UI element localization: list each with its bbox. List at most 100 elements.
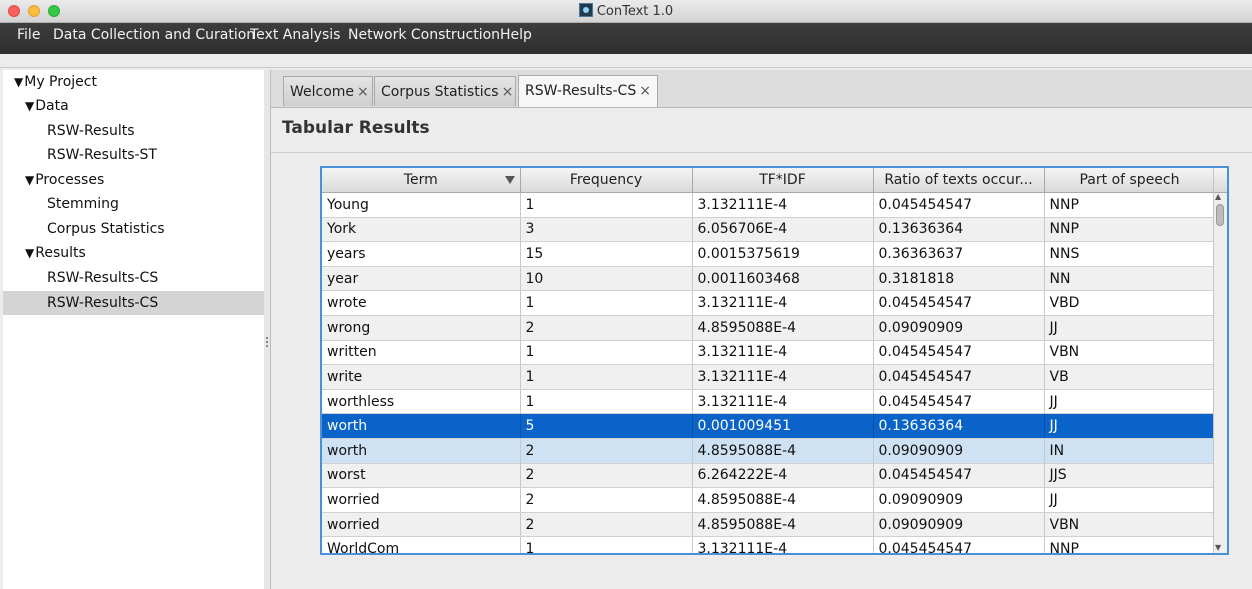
cell-tfidf[interactable]: 6.264222E-4: [692, 463, 874, 489]
menu-text-analysis[interactable]: Text Analysis: [250, 27, 340, 43]
cell-frequency[interactable]: 2: [520, 463, 693, 489]
expanded-arrow-icon[interactable]: ▼: [25, 241, 34, 265]
cell-pos[interactable]: IN: [1044, 438, 1216, 464]
cell-frequency[interactable]: 1: [520, 364, 693, 390]
sort-descending-icon[interactable]: [504, 176, 515, 184]
close-tab-icon[interactable]: ×: [357, 84, 369, 100]
tree-node-results[interactable]: ▼Results: [3, 241, 286, 265]
cell-pos[interactable]: NN: [1044, 266, 1216, 292]
cell-term[interactable]: worth: [322, 413, 521, 439]
cell-tfidf[interactable]: 3.132111E-4: [692, 536, 874, 553]
table-row[interactable]: worst 2 6.264222E-4 0.045454547 JJS: [322, 463, 1216, 489]
cell-frequency[interactable]: 10: [520, 266, 693, 292]
table-row[interactable]: worried 2 4.8595088E-4 0.09090909 JJ: [322, 487, 1216, 513]
cell-term[interactable]: worthless: [322, 389, 521, 415]
table-row[interactable]: wrote 1 3.132111E-4 0.045454547 VBD: [322, 290, 1216, 316]
expanded-arrow-icon[interactable]: ▼: [25, 94, 34, 118]
table-row-selected[interactable]: worth 5 0.001009451 0.13636364 JJ: [322, 413, 1216, 439]
cell-tfidf[interactable]: 3.132111E-4: [692, 389, 874, 415]
table-row[interactable]: worried 2 4.8595088E-4 0.09090909 VBN: [322, 512, 1216, 538]
cell-pos[interactable]: NNP: [1044, 217, 1216, 243]
tree-node-rsw-results-cs[interactable]: RSW-Results-CS: [3, 266, 308, 290]
cell-ratio[interactable]: 0.36363637: [873, 241, 1045, 267]
cell-ratio[interactable]: 0.09090909: [873, 487, 1045, 513]
cell-ratio[interactable]: 0.045454547: [873, 364, 1045, 390]
table-row[interactable]: York 3 6.056706E-4 0.13636364 NNP: [322, 217, 1216, 243]
cell-pos[interactable]: JJ: [1044, 487, 1216, 513]
tree-node-my-project[interactable]: ▼My Project: [3, 70, 275, 94]
cell-ratio[interactable]: 0.045454547: [873, 536, 1045, 553]
scrollbar-thumb[interactable]: [1216, 204, 1224, 226]
cell-term[interactable]: written: [322, 340, 521, 366]
cell-tfidf[interactable]: 0.0015375619: [692, 241, 874, 267]
table-row[interactable]: year 10 0.0011603468 0.3181818 NN: [322, 266, 1216, 292]
cell-frequency[interactable]: 2: [520, 315, 693, 341]
table-row[interactable]: write 1 3.132111E-4 0.045454547 VB: [322, 364, 1216, 390]
cell-ratio[interactable]: 0.09090909: [873, 315, 1045, 341]
cell-frequency[interactable]: 5: [520, 413, 693, 439]
cell-tfidf[interactable]: 6.056706E-4: [692, 217, 874, 243]
cell-ratio[interactable]: 0.045454547: [873, 389, 1045, 415]
menu-help[interactable]: Help: [500, 27, 532, 43]
cell-pos[interactable]: NNP: [1044, 192, 1216, 218]
cell-ratio[interactable]: 0.045454547: [873, 290, 1045, 316]
tree-node-rsw-results-st[interactable]: RSW-Results-ST: [3, 143, 308, 167]
cell-ratio[interactable]: 0.09090909: [873, 438, 1045, 464]
tree-node-processes[interactable]: ▼Processes: [3, 168, 286, 192]
cell-pos[interactable]: NNS: [1044, 241, 1216, 267]
cell-frequency[interactable]: 1: [520, 389, 693, 415]
cell-ratio[interactable]: 0.045454547: [873, 340, 1045, 366]
cell-frequency[interactable]: 1: [520, 340, 693, 366]
tree-node-data[interactable]: ▼Data: [3, 94, 286, 118]
cell-term[interactable]: worried: [322, 487, 521, 513]
cell-tfidf[interactable]: 4.8595088E-4: [692, 487, 874, 513]
tree-node-rsw-results-cs-selected[interactable]: RSW-Results-CS: [3, 291, 308, 315]
cell-term[interactable]: worried: [322, 512, 521, 538]
table-row[interactable]: WorldCom 1 3.132111E-4 0.045454547 NNP: [322, 536, 1216, 553]
tree-node-corpus-statistics[interactable]: Corpus Statistics: [3, 217, 308, 241]
scroll-up-arrow-icon[interactable]: ▲: [1215, 192, 1221, 201]
cell-tfidf[interactable]: 4.8595088E-4: [692, 438, 874, 464]
table-row[interactable]: worth 2 4.8595088E-4 0.09090909 IN: [322, 438, 1216, 464]
table-row[interactable]: worthless 1 3.132111E-4 0.045454547 JJ: [322, 389, 1216, 415]
cell-frequency[interactable]: 2: [520, 487, 693, 513]
divider-grip-icon[interactable]: [266, 337, 270, 347]
tree-node-rsw-results[interactable]: RSW-Results: [3, 119, 308, 143]
cell-ratio[interactable]: 0.13636364: [873, 413, 1045, 439]
cell-pos[interactable]: JJ: [1044, 315, 1216, 341]
cell-term[interactable]: wrong: [322, 315, 521, 341]
column-header-pos[interactable]: Part of speech: [1044, 168, 1216, 193]
cell-pos[interactable]: NNP: [1044, 536, 1216, 553]
cell-tfidf[interactable]: 0.001009451: [692, 413, 874, 439]
table-row[interactable]: written 1 3.132111E-4 0.045454547 VBN: [322, 340, 1216, 366]
cell-frequency[interactable]: 2: [520, 512, 693, 538]
tree-node-stemming[interactable]: Stemming: [3, 192, 308, 216]
cell-pos[interactable]: VB: [1044, 364, 1216, 390]
cell-term[interactable]: write: [322, 364, 521, 390]
cell-term[interactable]: year: [322, 266, 521, 292]
cell-term[interactable]: Young: [322, 192, 521, 218]
cell-pos[interactable]: VBD: [1044, 290, 1216, 316]
tab-corpus-statistics[interactable]: Corpus Statistics ×: [374, 76, 516, 106]
menu-file[interactable]: File: [17, 27, 40, 43]
cell-pos[interactable]: VBN: [1044, 512, 1216, 538]
menu-network-construction[interactable]: Network Construction: [348, 27, 500, 43]
cell-frequency[interactable]: 1: [520, 290, 693, 316]
cell-term[interactable]: worth: [322, 438, 521, 464]
cell-tfidf[interactable]: 3.132111E-4: [692, 290, 874, 316]
cell-tfidf[interactable]: 3.132111E-4: [692, 340, 874, 366]
table-row[interactable]: years 15 0.0015375619 0.36363637 NNS: [322, 241, 1216, 267]
table-row[interactable]: Young 1 3.132111E-4 0.045454547 NNP: [322, 192, 1216, 218]
cell-term[interactable]: years: [322, 241, 521, 267]
cell-term[interactable]: WorldCom: [322, 536, 521, 553]
cell-pos[interactable]: JJS: [1044, 463, 1216, 489]
cell-tfidf[interactable]: 4.8595088E-4: [692, 315, 874, 341]
column-header-frequency[interactable]: Frequency: [520, 168, 693, 193]
expanded-arrow-icon[interactable]: ▼: [25, 168, 34, 192]
column-header-term[interactable]: Term: [322, 168, 521, 193]
column-header-ratio[interactable]: Ratio of texts occur...: [873, 168, 1045, 193]
cell-tfidf[interactable]: 3.132111E-4: [692, 192, 874, 218]
cell-term[interactable]: wrote: [322, 290, 521, 316]
tab-welcome[interactable]: Welcome ×: [283, 76, 373, 106]
cell-tfidf[interactable]: 4.8595088E-4: [692, 512, 874, 538]
